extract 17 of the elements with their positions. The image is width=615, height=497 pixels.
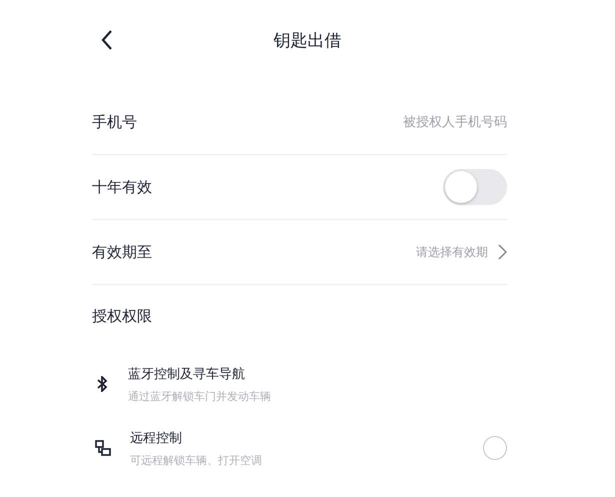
phone-label: 手机号 [92, 112, 137, 132]
chevron-right-icon[interactable] [498, 244, 507, 260]
ten-year-label: 十年有效 [92, 178, 152, 196]
permission-description: 可远程解锁车辆、打开空调 [130, 452, 263, 468]
expiry-label: 有效期至 [92, 242, 152, 262]
toggle-switch[interactable] [443, 169, 507, 205]
permission-title: 蓝牙控制及寻车导航 [128, 366, 246, 382]
section-title: 授权权限 [92, 306, 153, 327]
permission-description: 通过蓝牙解锁车门并发动车辆 [128, 388, 272, 404]
bluetooth-icon [95, 376, 109, 392]
radio-button[interactable] [483, 436, 507, 460]
back-icon[interactable] [100, 29, 114, 51]
linked-squares-icon [95, 440, 111, 456]
permission-title: 远程控制 [130, 430, 183, 446]
phone-input-field[interactable]: 被授权人手机号码 [327, 114, 507, 130]
page-title: 钥匙出借 [274, 30, 342, 52]
expiry-placeholder[interactable]: 请选择有效期 [416, 244, 488, 260]
